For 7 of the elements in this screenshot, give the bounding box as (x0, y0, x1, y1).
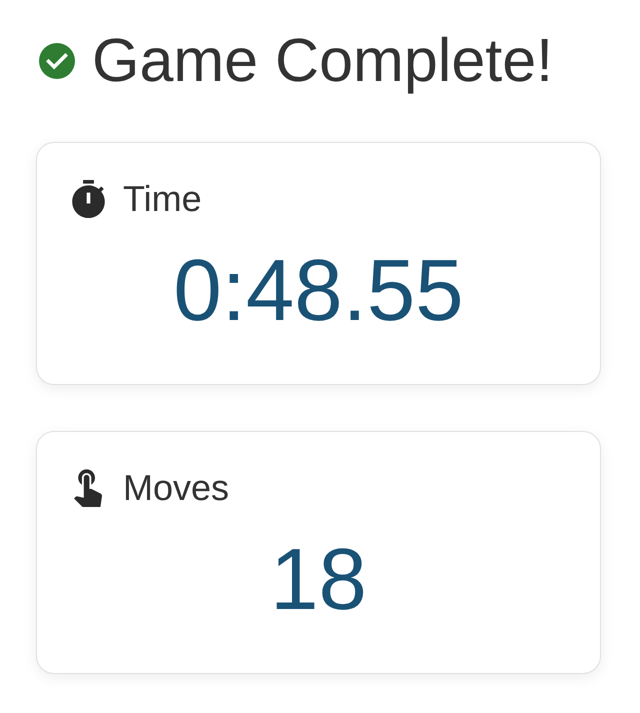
check-circle-icon (39, 42, 75, 78)
stat-value: 18 (270, 536, 367, 623)
stopwatch-icon (72, 180, 104, 218)
pointing-hand-icon (74, 469, 102, 507)
stat-label: Moves (123, 470, 230, 506)
stat-value: 0:48.55 (173, 247, 464, 334)
stat-label: Time (123, 181, 202, 217)
